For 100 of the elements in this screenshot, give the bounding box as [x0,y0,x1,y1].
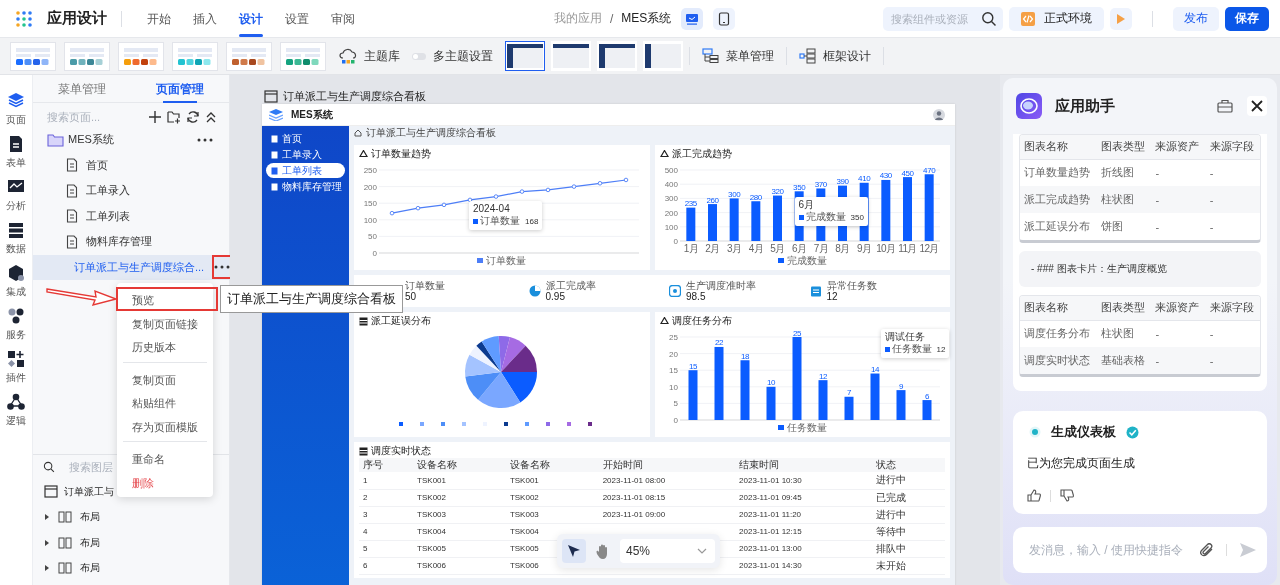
menu-tab[interactable]: 开始 [136,0,182,38]
column-header: 来源字段 [1205,135,1260,159]
nav-item[interactable]: 工单列表 [266,163,345,178]
rail-item[interactable]: 插件 [1,350,31,385]
theme-swatch[interactable] [10,41,56,71]
layout-option[interactable] [505,41,545,71]
layout-option[interactable] [643,41,683,71]
theme-preview-icon [67,45,107,67]
toggle-switch[interactable] [412,52,426,60]
nav-item[interactable]: 工单录入 [266,147,345,162]
table-cell: TSK005 [413,540,506,557]
menu-tab[interactable]: 审阅 [320,0,366,38]
rail-item[interactable]: 表单 [1,135,31,170]
tree-item[interactable]: MES系统 [68,132,114,148]
save-button[interactable]: 保存 [1225,6,1269,31]
layout-option[interactable] [551,41,591,71]
theme-library-button[interactable]: 主题库 [334,47,404,65]
thumbs-down-icon[interactable] [1060,489,1074,502]
zoom-select[interactable]: 45% [620,539,715,563]
avatar-icon[interactable] [933,108,945,121]
search-box[interactable]: 搜索组件或资源 [883,6,1003,31]
pointer-tool[interactable] [562,539,586,563]
legend-swatch [525,422,529,426]
add-icon[interactable] [148,110,162,124]
window-icon [44,485,58,499]
layout-option[interactable] [597,41,637,71]
legend-swatch [504,422,508,426]
theme-swatch[interactable] [64,41,110,71]
menu-tab[interactable]: 设置 [274,0,320,38]
column-header: 状态 [871,458,945,472]
breadcrumb-item[interactable]: MES系统 [621,10,672,27]
expand-icon[interactable] [44,538,50,547]
integration-icon [7,264,25,282]
expand-icon[interactable] [44,513,50,522]
toolbox-icon[interactable] [1217,99,1233,113]
close-button[interactable] [1247,96,1267,116]
theme-swatch[interactable] [226,41,272,71]
rail-item[interactable]: 服务 [1,307,31,342]
stat-label: 生产调度准时率 [686,279,756,291]
column-header: 设备名称 [413,458,506,472]
more-icon[interactable] [197,137,213,142]
search-icon[interactable] [981,10,997,27]
hover-tooltip: 2024-04 订单数量 168 [469,201,543,230]
nav-item[interactable]: 首页 [266,131,345,146]
environment-button[interactable]: 正式环境 [1009,6,1104,31]
menu-item[interactable]: 复制页面链接 [116,310,214,334]
frame-design-button[interactable]: 框架设计 [795,47,875,65]
table-cell: 2023-11-01 09:00 [598,506,736,523]
search-input[interactable]: 搜索组件或资源 [889,11,981,26]
rail-item[interactable]: 页面 [1,92,31,127]
menu-manage-button[interactable]: 菜单管理 [698,47,778,65]
menu-tab[interactable]: 设计 [228,0,274,38]
tree-item[interactable]: 订单派工与生产调度综合... [33,254,229,280]
theme-swatch[interactable] [172,41,218,71]
tree-item[interactable]: 物料库存管理 [33,229,229,255]
panel-tab[interactable]: 页面管理 [131,75,229,102]
search-icon[interactable] [43,461,55,473]
menu-item[interactable]: 历史版本 [116,334,214,358]
nav-item[interactable]: 物料库存管理 [266,179,345,194]
thumbs-up-icon[interactable] [1027,489,1041,502]
axis-label: 11月 [897,243,917,254]
theme-swatch[interactable] [118,41,164,71]
panel-tab[interactable]: 菜单管理 [33,75,131,102]
menu-item[interactable]: 存为页面模版 [116,413,214,437]
data-label: 7 [846,388,851,398]
rail-item[interactable]: 分析 [1,178,31,213]
rail-item[interactable]: 数据 [1,221,31,256]
message-field[interactable]: 发消息，输入 / 使用快捷指令 [1027,542,1188,558]
rail-item[interactable]: 逻辑 [1,393,31,428]
tree-item[interactable]: 工单列表 [33,203,229,229]
menu-item[interactable]: 复制页面 [116,366,214,390]
app-grid-icon[interactable] [15,9,33,28]
layer-item[interactable]: 布局 [80,561,100,576]
menu-item[interactable]: 预览 [116,287,218,311]
menu-item[interactable]: 粘贴组件 [116,390,214,414]
tablet-view-button[interactable] [713,7,736,30]
attach-icon[interactable] [1200,543,1214,557]
theme-swatch[interactable] [280,41,326,71]
add-folder-icon[interactable] [167,110,181,124]
publish-button[interactable]: 发布 [1173,6,1219,31]
cloud-icon [338,47,358,65]
home-icon[interactable] [354,129,362,137]
rail-item[interactable]: 集成 [1,264,31,299]
breadcrumb-item[interactable]: 订单派工与生产调度综合看板 [366,126,496,140]
desktop-view-button[interactable] [681,7,704,30]
table-cell: 2023-11-01 08:00 [598,472,736,489]
layer-item[interactable]: 布局 [80,510,100,525]
tree-item[interactable]: 工单录入 [33,178,229,204]
refresh-icon[interactable] [186,110,200,124]
menu-tab[interactable]: 插入 [182,0,228,38]
axis-label: 4月 [748,243,763,254]
expand-icon[interactable] [44,564,50,573]
layer-item[interactable]: 布局 [80,535,100,550]
search-field[interactable]: 搜索页面... [45,110,143,124]
menutree-icon [702,48,720,64]
layer-item[interactable]: 订单派工与 [64,484,114,499]
tree-item[interactable]: 首页 [33,152,229,178]
data-label: 235 [684,199,697,209]
data-point [467,197,473,203]
collapse-icon[interactable] [205,110,217,124]
